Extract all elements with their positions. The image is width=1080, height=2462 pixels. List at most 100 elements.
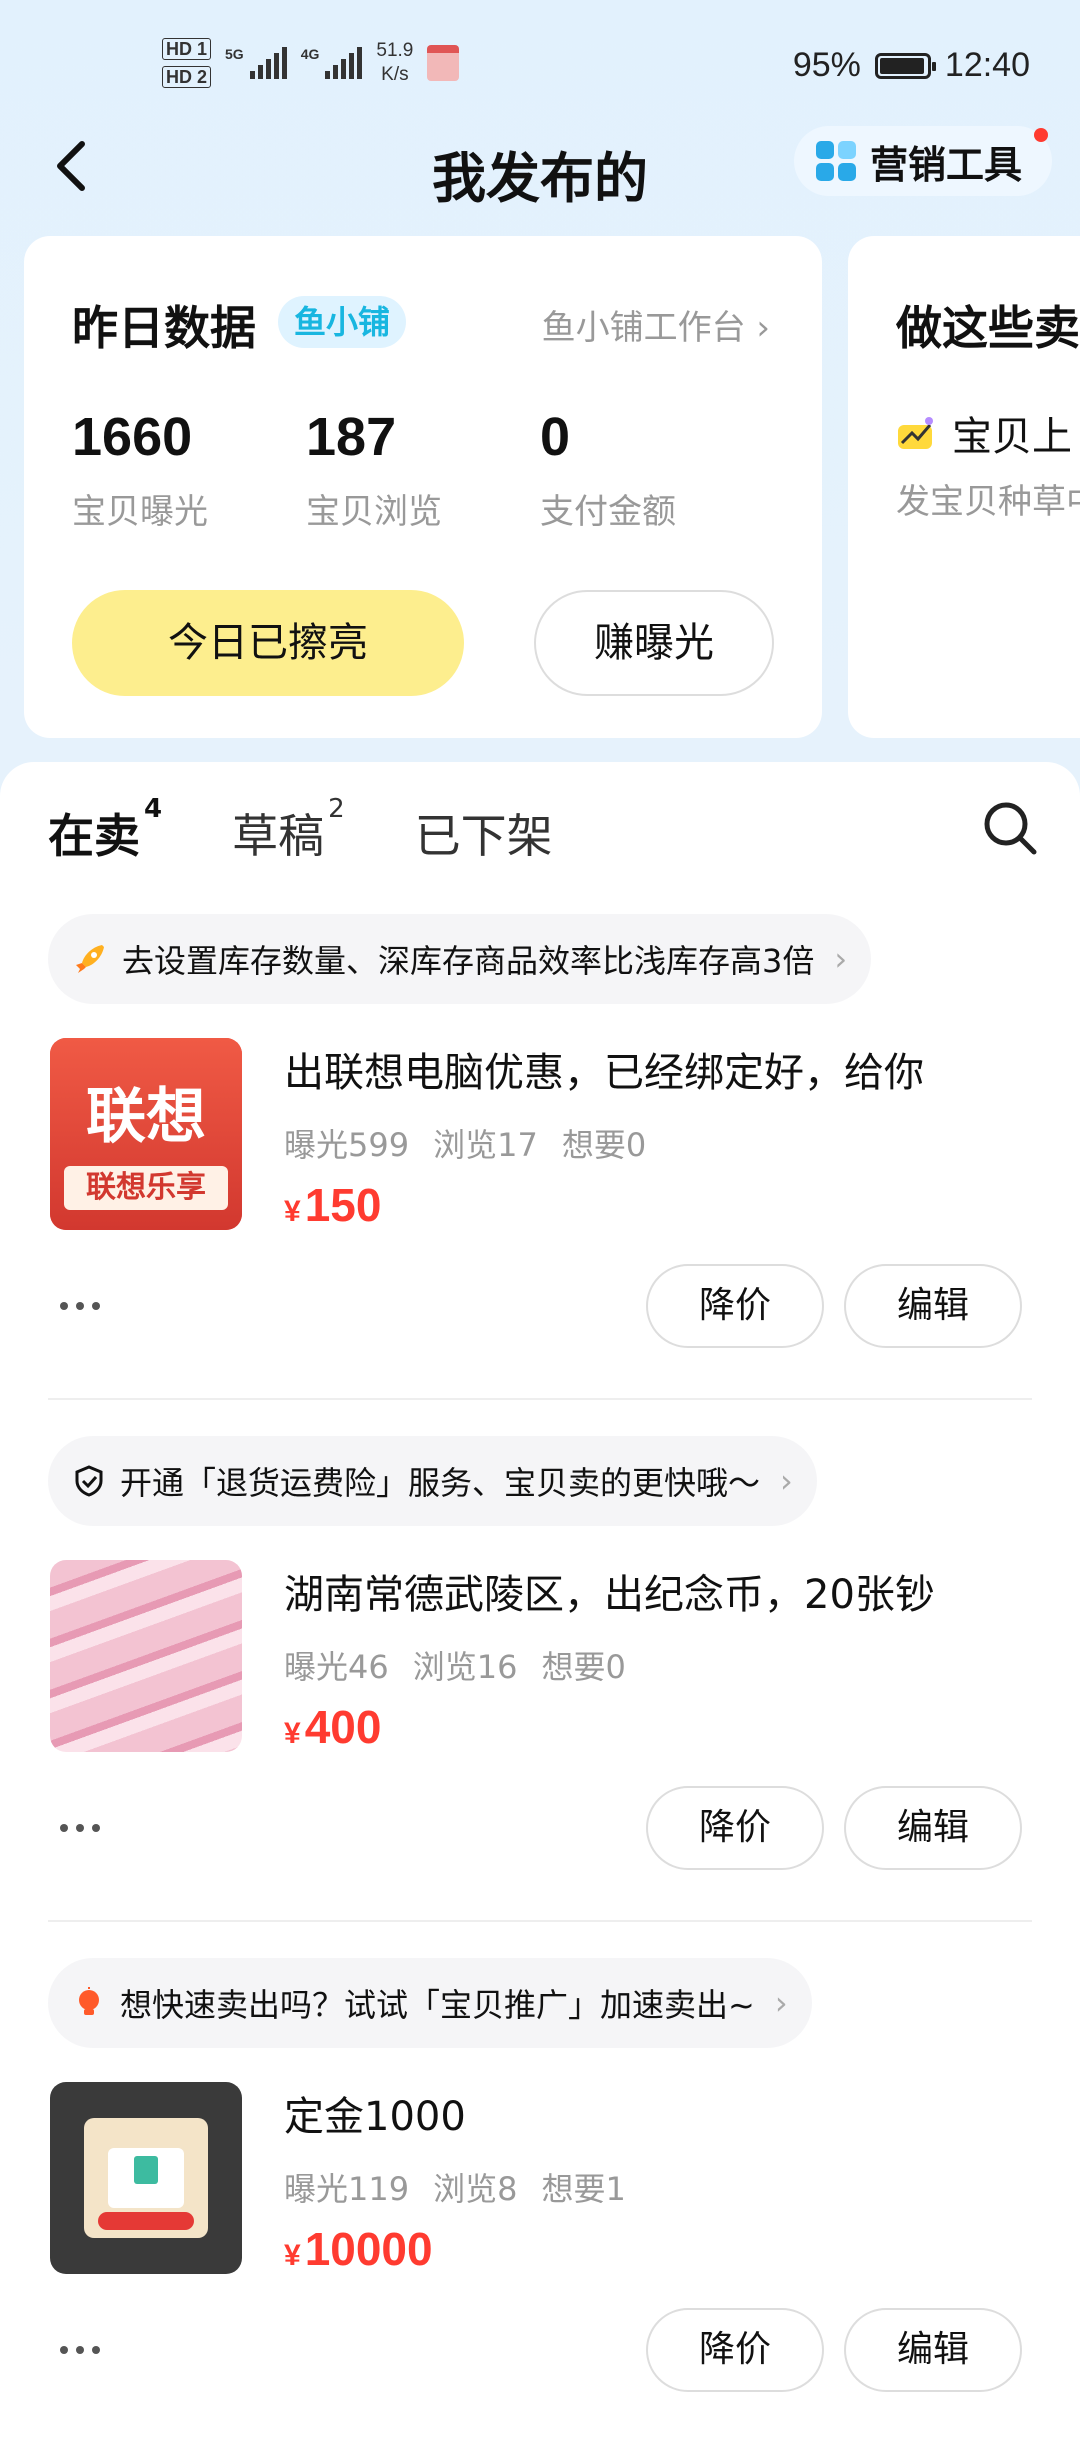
tab-count: 4: [144, 794, 163, 824]
listing-tabs: 在卖 4 草稿 2 已下架: [46, 794, 553, 866]
battery-percent: 95%: [792, 46, 861, 84]
network-speed: 51.9 K/s: [376, 39, 413, 87]
item-price: ¥150: [284, 1178, 381, 1232]
item-price: ¥10000: [284, 2222, 433, 2276]
trend-up-icon: [898, 417, 933, 449]
item-metrics: 曝光119 浏览8 想要1: [284, 2164, 626, 2210]
chevron-right-icon: ›: [780, 1462, 793, 1500]
app-header: 我发布的 营销工具: [0, 120, 1080, 220]
tip-text: 开通「退货运费险」服务、宝贝卖的更快哦～: [120, 1464, 761, 1502]
apps-grid-icon: [815, 141, 856, 181]
more-options-icon[interactable]: [60, 1824, 100, 1832]
task-subtitle: 发宝贝种草中: [896, 482, 1080, 522]
hd2-label: HD 2: [162, 66, 212, 88]
price-value: 150: [304, 1179, 382, 1231]
promotion-tip-banner[interactable]: 想快速卖出吗？试试「宝贝推广」加速卖出~ ›: [48, 1958, 812, 2048]
reduce-price-button[interactable]: 降价: [646, 1786, 824, 1870]
chevron-right-icon: ›: [834, 940, 848, 978]
view-count: 浏览16: [412, 1648, 518, 1686]
search-icon[interactable]: [980, 798, 1040, 858]
yesterday-stats-card: 昨日数据 鱼小铺 鱼小铺工作台 › 1660 宝贝曝光 187 宝贝浏览 0 支…: [24, 236, 822, 738]
item-thumbnail[interactable]: [50, 1560, 242, 1752]
chevron-right-icon: ›: [774, 1984, 788, 2022]
exposure-count: 曝光599: [284, 1126, 410, 1164]
tip-text: 想快速卖出吗？试试「宝贝推广」加速卖出~: [120, 1986, 755, 2024]
item-actions: 降价 编辑: [646, 2308, 1022, 2392]
tab-delisted[interactable]: 已下架: [415, 800, 553, 866]
polished-today-button[interactable]: 今日已擦亮: [72, 590, 464, 696]
speed-unit: K/s: [381, 64, 409, 85]
task-row: 宝贝上: [896, 404, 1072, 462]
reduce-price-button[interactable]: 降价: [646, 2308, 824, 2392]
want-count: 想要0: [541, 1648, 626, 1686]
currency-symbol: ¥: [284, 1717, 301, 1750]
currency-symbol: ¥: [284, 2239, 301, 2272]
marketing-tools-button[interactable]: 营销工具: [793, 126, 1052, 196]
edit-button[interactable]: 编辑: [844, 1264, 1022, 1348]
tab-drafts[interactable]: 草稿 2: [232, 794, 345, 866]
tasks-card[interactable]: 做这些卖 宝贝上 发宝贝种草中: [848, 236, 1080, 738]
item-thumbnail[interactable]: 联想 联想乐享: [50, 1038, 242, 1230]
price-value: 400: [304, 1701, 382, 1753]
stat-payment[interactable]: 0 支付金额: [540, 406, 676, 533]
edit-button[interactable]: 编辑: [844, 1786, 1022, 1870]
stat-exposure[interactable]: 1660 宝贝曝光: [72, 406, 208, 533]
thumb-brand-text: 联想: [86, 1082, 206, 1152]
item-title: 出联想电脑优惠，已经绑定好，给你: [284, 1050, 924, 1096]
view-count: 浏览17: [433, 1126, 538, 1164]
reduce-price-button[interactable]: 降价: [646, 1264, 824, 1348]
item-metrics: 曝光599 浏览17 想要0: [284, 1120, 646, 1166]
shield-check-icon: [75, 1465, 103, 1497]
item-title: 湖南常德武陵区，出纪念币，20张钞: [284, 1572, 935, 1618]
status-left: HD 1 HD 2 5G 4G 51.9 K/s: [162, 38, 460, 88]
stat-label: 宝贝曝光: [72, 492, 208, 532]
more-options-icon[interactable]: [60, 1302, 100, 1310]
status-right: 95% 12:40: [793, 46, 1030, 85]
earn-exposure-button[interactable]: 赚曝光: [534, 590, 774, 696]
tab-label: 草稿: [232, 809, 325, 863]
task-label: 宝贝上: [952, 414, 1072, 460]
shop-badge: 鱼小铺: [278, 296, 407, 348]
stock-tip-banner[interactable]: 去设置库存数量、深库存商品效率比浅库存高3倍 ›: [48, 914, 872, 1004]
currency-symbol: ¥: [284, 1195, 301, 1228]
want-count: 想要0: [561, 1126, 647, 1164]
insurance-tip-banner[interactable]: 开通「退货运费险」服务、宝贝卖的更快哦～ ›: [48, 1436, 817, 1526]
item-metrics: 曝光46 浏览16 想要0: [284, 1642, 626, 1688]
battery-icon: [874, 52, 936, 79]
stats-title: 昨日数据: [72, 301, 256, 355]
notification-dot: [1034, 128, 1048, 142]
package-icon: [427, 45, 460, 81]
net1-label: 5G: [225, 46, 244, 62]
more-options-icon[interactable]: [60, 2346, 100, 2354]
edit-button[interactable]: 编辑: [844, 2308, 1022, 2392]
rocket-icon: [76, 945, 104, 973]
status-bar: HD 1 HD 2 5G 4G 51.9 K/s 95% 12:40: [0, 0, 1080, 130]
stat-views[interactable]: 187 宝贝浏览: [306, 406, 442, 533]
tab-count: 2: [328, 794, 345, 824]
listings-panel: 在卖 4 草稿 2 已下架 去设置库存数量、深库存商品效率比浅库存高3倍 › 联想 …: [0, 762, 1080, 2462]
speed-value: 51.9: [376, 40, 414, 61]
tasks-title: 做这些卖: [896, 301, 1080, 355]
stat-value: 187: [306, 407, 397, 467]
tab-label: 已下架: [414, 809, 553, 863]
exposure-count: 曝光46: [284, 1648, 389, 1686]
hd-indicator: HD 1 HD 2: [162, 38, 212, 88]
want-count: 想要1: [541, 2170, 626, 2208]
bulb-icon: [79, 1987, 99, 2015]
item-thumbnail[interactable]: [50, 2082, 242, 2274]
view-count: 浏览8: [433, 2170, 518, 2208]
stat-value: 0: [540, 407, 571, 467]
item-price: ¥400: [284, 1700, 381, 1754]
divider: [48, 1920, 1032, 1922]
signal-5g-icon: 5G: [225, 47, 287, 79]
thumb-sub-text: 联想乐享: [64, 1166, 228, 1210]
workbench-link[interactable]: 鱼小铺工作台 ›: [542, 300, 770, 349]
tab-on-sale[interactable]: 在卖 4: [46, 794, 162, 866]
price-value: 10000: [304, 2223, 433, 2275]
clock: 12:40: [944, 46, 1030, 84]
signal-4g-icon: 4G: [301, 47, 363, 79]
item-title: 定金1000: [284, 2094, 466, 2140]
tab-label: 在卖: [48, 809, 140, 863]
hd1-label: HD 1: [162, 38, 212, 60]
workbench-label: 鱼小铺工作台: [541, 308, 746, 348]
